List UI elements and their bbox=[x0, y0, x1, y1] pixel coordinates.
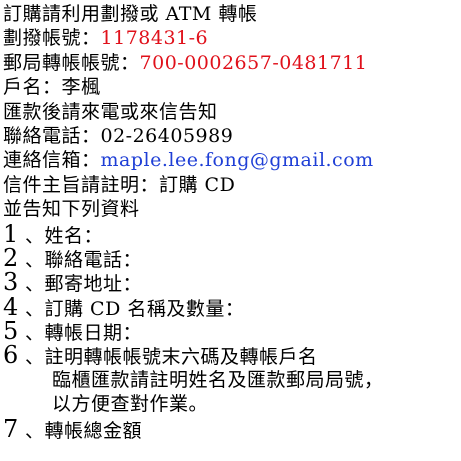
transfer-account-line: 郵局轉帳帳號：700-0002657-0481711 bbox=[3, 51, 459, 75]
list-item-text: 、註明轉帳帳號末六碼及轉帳戶名 bbox=[25, 346, 318, 369]
list-item-text: 、轉帳總金額 bbox=[25, 419, 143, 442]
list-item-text: 、聯絡電話： bbox=[25, 248, 143, 271]
list-item-continuation: 以方便查對作業。 bbox=[52, 393, 209, 416]
list-item-number: 7 bbox=[3, 414, 19, 443]
list-item-number: 6 bbox=[3, 341, 19, 370]
list-item: 5 、轉帳日期： bbox=[3, 317, 459, 346]
list-item-number: 3 bbox=[3, 268, 19, 297]
list-item: 3 、郵寄地址： bbox=[3, 268, 459, 297]
list-item: 4 、訂購 CD 名稱及數量： bbox=[3, 292, 459, 321]
account-holder: 戶名：李楓 bbox=[3, 76, 101, 99]
list-item-number: 4 bbox=[3, 292, 19, 321]
contact-phone: 聯絡電話：02-26405989 bbox=[3, 124, 234, 147]
transfer-account-number: 700-0002657-0481711 bbox=[139, 51, 368, 74]
postal-account-number: 1178431-6 bbox=[100, 27, 209, 50]
list-item: 7 、轉帳總金額 bbox=[3, 414, 459, 443]
contact-email-address[interactable]: maple.lee.fong@gmail.com bbox=[101, 149, 374, 171]
intro-line: 訂購請利用劃撥或 ATM 轉帳 bbox=[3, 3, 258, 25]
list-item-number: 2 bbox=[3, 243, 19, 272]
contact-email-label: 連絡信箱： bbox=[3, 149, 101, 172]
list-item-continuation: 臨櫃匯款請註明姓名及匯款郵局局號， bbox=[52, 368, 384, 391]
list-item: 6 、註明轉帳帳號末六碼及轉帳戶名 bbox=[3, 341, 459, 370]
list-item-text: 、郵寄地址： bbox=[25, 273, 143, 296]
list-intro: 並告知下列資料 bbox=[3, 198, 140, 221]
list-item: 1 、姓名： bbox=[3, 219, 459, 248]
transfer-account-label: 郵局轉帳帳號： bbox=[3, 51, 140, 74]
list-item-number: 5 bbox=[3, 317, 19, 346]
postal-account-line: 劃撥帳號：1178431-6 bbox=[3, 26, 459, 50]
list-item-text: 、轉帳日期： bbox=[25, 322, 143, 345]
postal-account-label: 劃撥帳號： bbox=[3, 27, 101, 50]
list-item-text: 、訂購 CD 名稱及數量： bbox=[25, 297, 245, 320]
contact-email-line: 連絡信箱：maple.lee.fong@gmail.com bbox=[3, 148, 459, 172]
order-instructions: 訂購請利用劃撥或 ATM 轉帳 劃撥帳號：1178431-6 郵局轉帳帳號：70… bbox=[3, 2, 459, 443]
list-item: 2 、聯絡電話： bbox=[3, 243, 459, 272]
email-subject-note: 信件主旨請註明：訂購 CD bbox=[3, 173, 236, 196]
list-item-number: 1 bbox=[3, 219, 19, 248]
list-item-text: 、姓名： bbox=[25, 224, 104, 247]
remit-note: 匯款後請來電或來信告知 bbox=[3, 100, 218, 123]
